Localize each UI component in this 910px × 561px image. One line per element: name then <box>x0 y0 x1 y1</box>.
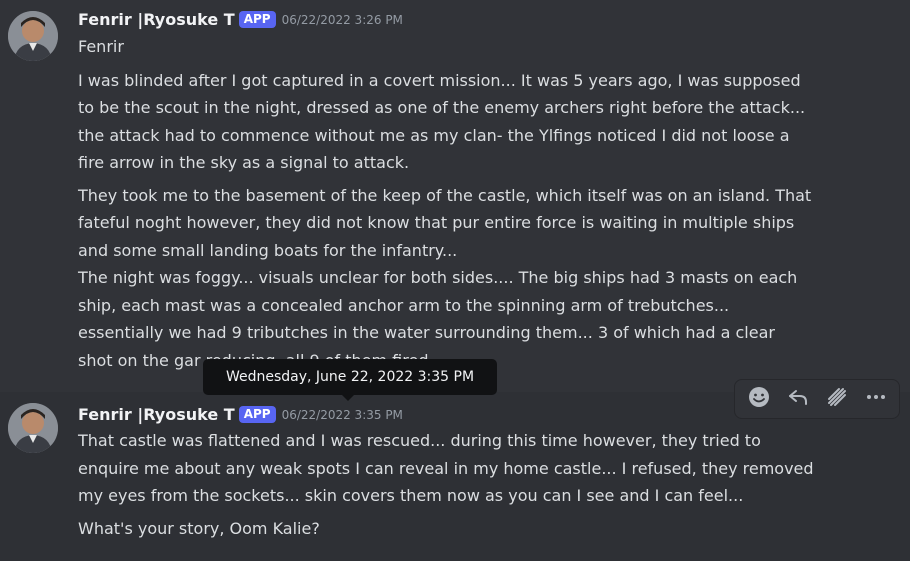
message-actions-toolbar <box>734 379 900 419</box>
message-line: enquire me about any weak spots I can re… <box>78 459 814 478</box>
username[interactable]: Fenrir |Ryosuke T <box>78 405 235 424</box>
timestamp-tooltip: Wednesday, June 22, 2022 3:35 PM <box>203 359 497 401</box>
message-line: fire arrow in the sky as a signal to att… <box>78 153 410 172</box>
message-line: fateful noght however, they did not know… <box>78 213 795 232</box>
message-line: They took me to the basement of the keep… <box>78 186 812 205</box>
app-badge: APP <box>238 11 276 28</box>
message-header: Fenrir |Ryosuke T APP 06/22/2022 3:26 PM <box>78 9 403 29</box>
message-line: my eyes from the sockets... skin covers … <box>78 486 744 505</box>
more-button[interactable] <box>859 383 893 415</box>
message-line: ship, each mast was a concealed anchor a… <box>78 296 730 315</box>
create-thread-icon <box>825 385 849 413</box>
reply-button[interactable] <box>781 383 815 415</box>
tooltip-text: Wednesday, June 22, 2022 3:35 PM <box>225 369 475 385</box>
message-line: to be the scout in the night, dressed as… <box>78 98 806 117</box>
message-line: The night was foggy... visuals unclear f… <box>78 268 798 287</box>
message-line: I was blinded after I got captured in a … <box>78 71 801 90</box>
avatar[interactable] <box>8 403 58 453</box>
message-line: What's your story, Oom Kalie? <box>78 519 320 538</box>
timestamp[interactable]: 06/22/2022 3:35 PM <box>282 408 403 422</box>
add-reaction-button[interactable] <box>742 383 776 415</box>
timestamp[interactable]: 06/22/2022 3:26 PM <box>282 13 403 27</box>
message-header: Fenrir |Ryosuke T APP 06/22/2022 3:35 PM <box>78 404 403 424</box>
message-line: Fenrir <box>78 37 124 56</box>
message-group-1: Fenrir |Ryosuke T APP 06/22/2022 3:26 PM F… <box>0 0 910 392</box>
message-line: That castle was flattened and I was resc… <box>78 431 761 450</box>
message-line: and some small landing boats for the inf… <box>78 241 458 260</box>
add-reaction-icon <box>747 385 771 413</box>
create-thread-button[interactable] <box>820 383 854 415</box>
tooltip-arrow <box>342 395 354 401</box>
reply-icon <box>786 385 810 413</box>
app-badge: APP <box>238 406 276 423</box>
more-icon <box>864 385 888 413</box>
message-line: essentially we had 9 tributches in the w… <box>78 323 775 342</box>
username[interactable]: Fenrir |Ryosuke T <box>78 10 235 29</box>
avatar[interactable] <box>8 11 58 61</box>
message-line: the attack had to commence without me as… <box>78 126 790 145</box>
